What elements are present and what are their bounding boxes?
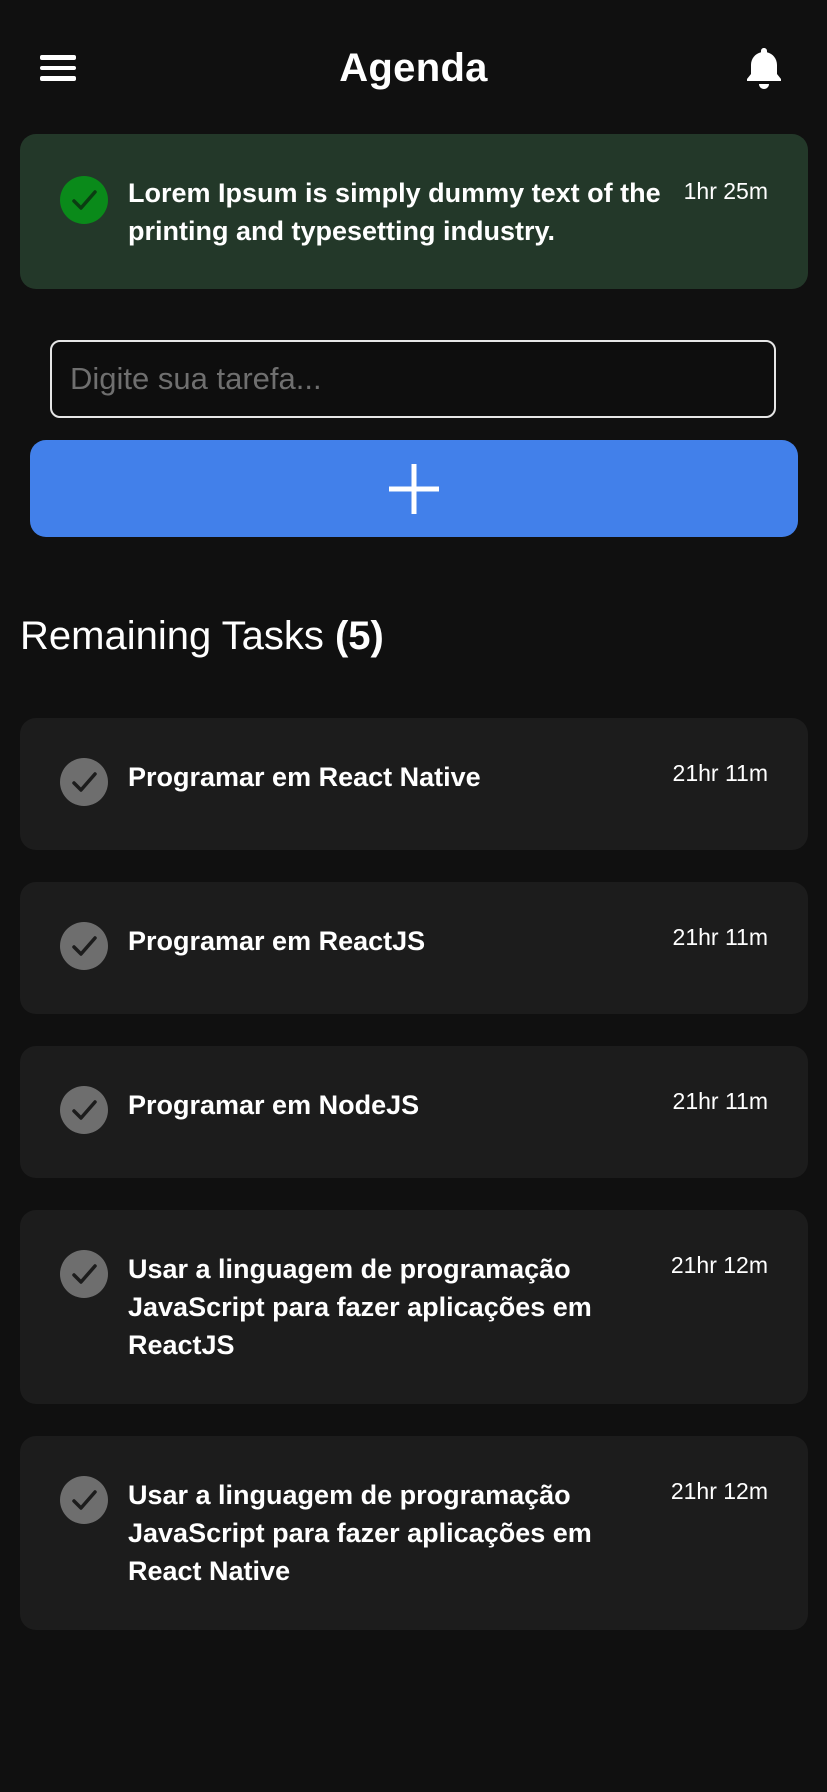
task-card[interactable]: Programar em React Native 21hr 11m xyxy=(20,718,808,850)
task-time: 21hr 12m xyxy=(670,1478,768,1504)
remaining-tasks-label: Remaining Tasks xyxy=(20,614,324,658)
check-icon[interactable] xyxy=(60,758,108,806)
task-card[interactable]: Usar a linguagem de programação JavaScri… xyxy=(20,1436,808,1630)
task-input-container xyxy=(50,340,776,418)
task-text: Programar em NodeJS xyxy=(128,1090,420,1120)
plus-icon xyxy=(389,463,439,514)
page-title: Agenda xyxy=(339,46,488,90)
app-header: Agenda xyxy=(0,0,827,135)
task-text: Programar em React Native xyxy=(128,762,481,792)
add-task-button[interactable] xyxy=(30,440,798,537)
check-icon[interactable] xyxy=(60,1086,108,1134)
check-icon[interactable] xyxy=(60,1250,108,1298)
task-time: 21hr 11m xyxy=(672,1088,768,1114)
task-text: Usar a linguagem de programação JavaScri… xyxy=(128,1254,592,1360)
task-text: Programar em ReactJS xyxy=(128,926,426,956)
remaining-tasks-heading: Remaining Tasks (5) xyxy=(20,614,384,659)
task-input[interactable] xyxy=(52,342,774,416)
task-time: 21hr 11m xyxy=(672,760,768,786)
check-icon[interactable] xyxy=(60,176,108,224)
task-time: 21hr 12m xyxy=(670,1252,768,1278)
check-icon[interactable] xyxy=(60,922,108,970)
task-text: Usar a linguagem de programação JavaScri… xyxy=(128,1480,592,1586)
task-card[interactable]: Programar em ReactJS 21hr 11m xyxy=(20,882,808,1014)
completed-task-banner[interactable]: Lorem Ipsum is simply dummy text of the … xyxy=(20,134,808,289)
check-icon[interactable] xyxy=(60,1476,108,1524)
remaining-tasks-count: (5) xyxy=(334,614,384,658)
bell-icon[interactable] xyxy=(740,44,788,92)
task-card[interactable]: Usar a linguagem de programação JavaScri… xyxy=(20,1210,808,1404)
banner-task-text: Lorem Ipsum is simply dummy text of the … xyxy=(128,178,661,246)
banner-task-time: 1hr 25m xyxy=(683,178,768,204)
task-time: 21hr 11m xyxy=(672,924,768,950)
task-card[interactable]: Programar em NodeJS 21hr 11m xyxy=(20,1046,808,1178)
